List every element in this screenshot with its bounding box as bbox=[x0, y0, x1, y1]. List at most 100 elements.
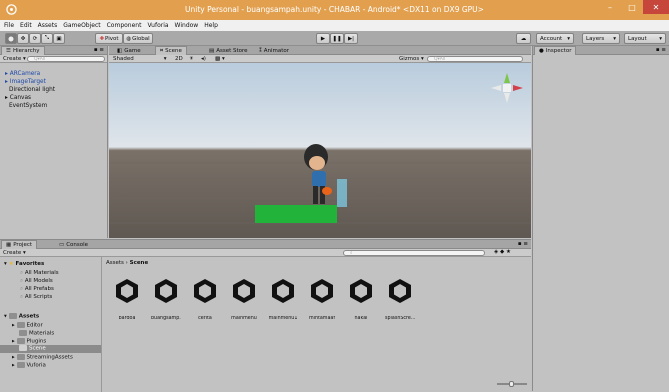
favorite-item-label: All Models bbox=[24, 278, 53, 284]
lighting-toggle-icon[interactable]: ☀ bbox=[189, 56, 194, 62]
search-icon: ⌕ bbox=[20, 270, 24, 276]
cloud-button[interactable]: ☁ bbox=[516, 33, 531, 44]
thumbnail-size-slider[interactable] bbox=[497, 381, 527, 387]
asset-item[interactable]: bardoa bbox=[112, 277, 142, 321]
effects-toggle-icon[interactable]: ▩ ▾ bbox=[215, 56, 225, 62]
breadcrumb-assets[interactable]: Assets bbox=[106, 260, 124, 266]
layers-dropdown[interactable]: Layers ▾ bbox=[582, 33, 620, 44]
folder-icon bbox=[19, 345, 27, 351]
folder-label: Plugins bbox=[26, 338, 47, 345]
tab-inspector[interactable]: ● Inspector bbox=[534, 46, 577, 55]
tab-console[interactable]: ▭ Console bbox=[55, 240, 92, 249]
asset-item[interactable]: nakal bbox=[346, 277, 376, 321]
dropdown-arrow-icon: ▾ bbox=[163, 56, 167, 62]
menu-window[interactable]: Window bbox=[175, 22, 199, 29]
slider-thumb[interactable] bbox=[509, 381, 514, 387]
menu-edit[interactable]: Edit bbox=[20, 22, 32, 29]
asset-item[interactable]: cerita bbox=[190, 277, 220, 321]
assets-header[interactable]: ▾ Assets bbox=[4, 313, 39, 320]
hierarchy-search-input[interactable]: Q▾All bbox=[27, 56, 105, 62]
tab-hierarchy[interactable]: ☰ Hierarchy bbox=[1, 46, 45, 55]
menu-vuforia[interactable]: Vuforia bbox=[147, 22, 168, 29]
menu-help[interactable]: Help bbox=[204, 22, 218, 29]
step-button[interactable]: ▶| bbox=[344, 33, 358, 44]
inspector-tab-label: Inspector bbox=[545, 48, 572, 54]
project-create-button[interactable]: Create ▾ bbox=[3, 250, 26, 256]
play-button[interactable]: ▶ bbox=[316, 33, 330, 44]
console-tab-label: Console bbox=[66, 241, 89, 248]
favorite-item[interactable]: ⌕ All Materials bbox=[20, 270, 59, 277]
tab-game[interactable]: ◧ Game bbox=[113, 46, 145, 55]
hierarchy-item-label: Canvas bbox=[9, 95, 32, 101]
rect-tool-button[interactable]: ▣ bbox=[53, 33, 65, 44]
scene-orientation-gizmo[interactable] bbox=[487, 71, 527, 105]
favorite-item[interactable]: ⌕ All Prefabs bbox=[20, 286, 54, 293]
favorite-item[interactable]: ⌕ All Scripts bbox=[20, 294, 52, 301]
favorites-header[interactable]: ▾ ★ Favorites bbox=[4, 261, 44, 267]
folder-item[interactable]: ▸ Vuforia bbox=[12, 362, 46, 369]
tab-asset-store[interactable]: ▤ Asset Store bbox=[205, 46, 252, 55]
scene-viewport[interactable] bbox=[109, 63, 531, 238]
audio-toggle-icon[interactable]: ◂) bbox=[201, 56, 206, 62]
2d-toggle[interactable]: 2D bbox=[175, 56, 183, 62]
unity-scene-icon bbox=[311, 279, 333, 303]
project-search-input[interactable]: ⌕ bbox=[343, 250, 485, 256]
tab-scene[interactable]: ⌗ Scene bbox=[155, 46, 187, 55]
folder-item[interactable]: ▸ StreamingAssets bbox=[12, 354, 73, 361]
asset-item[interactable]: mainmenu1 bbox=[268, 277, 298, 321]
scale-tool-button[interactable]: ⤡ bbox=[41, 33, 53, 44]
maximize-button[interactable]: □ bbox=[621, 0, 643, 14]
panel-menu-icon[interactable]: ▪ ≡ bbox=[518, 241, 528, 247]
hierarchy-item-arcamera[interactable]: ▸ ARCamera bbox=[5, 71, 40, 77]
hierarchy-create-button[interactable]: Create ▾ bbox=[3, 56, 26, 62]
hierarchy-tab-label: Hierarchy bbox=[12, 48, 40, 54]
character-model[interactable] bbox=[294, 141, 354, 213]
menu-gameobject[interactable]: GameObject bbox=[63, 22, 100, 29]
favorite-item[interactable]: ⌕ All Models bbox=[20, 278, 53, 285]
dropdown-arrow-icon: ▾ bbox=[613, 35, 616, 42]
rotate-tool-button[interactable]: ⟳ bbox=[29, 33, 41, 44]
asset-item[interactable]: mainmenu bbox=[229, 277, 259, 321]
tab-animator[interactable]: ⁑ Animator bbox=[255, 46, 293, 55]
folder-item-selected[interactable]: Scene bbox=[0, 345, 101, 353]
asset-item[interactable]: mintamaaf bbox=[307, 277, 337, 321]
panel-menu-icon[interactable]: ▪ ≡ bbox=[94, 47, 104, 53]
scene-search-input[interactable]: Q▾All bbox=[427, 56, 523, 62]
layout-dropdown[interactable]: Layout ▾ bbox=[624, 33, 666, 44]
scale-icon: ⤡ bbox=[44, 35, 50, 41]
tab-project[interactable]: ▦ Project bbox=[1, 240, 38, 249]
panel-menu-icon[interactable]: ▪ ≡ bbox=[656, 47, 666, 53]
global-button[interactable]: ◍ Global bbox=[123, 33, 153, 44]
gizmos-dropdown[interactable]: Gizmos ▾ bbox=[399, 56, 424, 62]
asset-label: mainmenu bbox=[231, 316, 257, 321]
menu-assets[interactable]: Assets bbox=[38, 22, 58, 29]
hierarchy-item-imagetarget[interactable]: ▸ ImageTarget bbox=[5, 79, 46, 85]
shading-mode-dropdown[interactable]: Shaded ▾ bbox=[113, 56, 166, 62]
folder-item[interactable]: Materials bbox=[19, 330, 54, 337]
hierarchy-item-eventsystem[interactable]: EventSystem bbox=[9, 103, 47, 109]
asset-label: cerita bbox=[198, 316, 212, 321]
menu-file[interactable]: File bbox=[4, 22, 14, 29]
shaded-label: Shaded bbox=[113, 56, 134, 62]
pause-icon: ❚❚ bbox=[332, 35, 342, 42]
folder-item[interactable]: ▸ Plugins bbox=[12, 338, 46, 345]
hierarchy-item-canvas[interactable]: ▸ Canvas bbox=[5, 95, 31, 101]
pivot-button[interactable]: ✚ Pivot bbox=[95, 33, 123, 44]
game-icon: ◧ bbox=[117, 47, 123, 54]
close-button[interactable]: ✕ bbox=[643, 0, 669, 14]
hand-tool-button[interactable] bbox=[5, 33, 17, 44]
hierarchy-item-directional-light[interactable]: Directional light bbox=[9, 87, 55, 93]
asset-item[interactable]: splashScre... bbox=[385, 277, 415, 321]
project-icon: ▦ bbox=[6, 242, 12, 248]
hand-icon bbox=[8, 36, 14, 41]
menu-component[interactable]: Component bbox=[107, 22, 142, 29]
minimize-button[interactable]: – bbox=[599, 0, 621, 14]
move-tool-button[interactable]: ✥ bbox=[17, 33, 29, 44]
breadcrumb-scene[interactable]: Scene bbox=[130, 260, 149, 266]
asset-label: bardoa bbox=[118, 316, 136, 321]
account-dropdown[interactable]: Account ▾ bbox=[536, 33, 574, 44]
pause-button[interactable]: ❚❚ bbox=[330, 33, 344, 44]
folder-item[interactable]: ▸ Editor bbox=[12, 322, 43, 329]
asset-item[interactable]: buangsamp... bbox=[151, 277, 181, 321]
filter-icons[interactable]: ◈ ◆ ★ bbox=[494, 249, 511, 255]
